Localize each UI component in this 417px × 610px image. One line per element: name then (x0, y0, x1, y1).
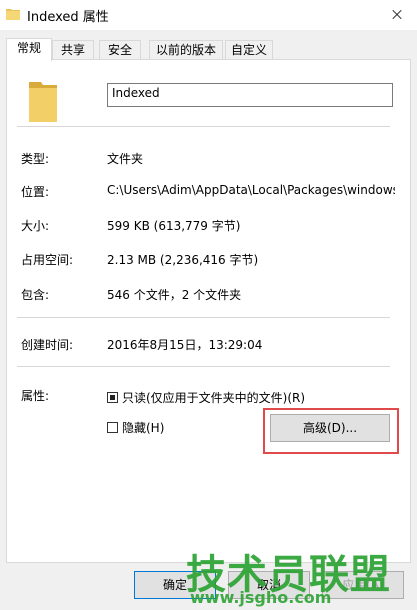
disk-size-value: 2.13 MB (2,236,416 字节) (107, 253, 259, 267)
location-value: C:\Users\Adim\AppData\Local\Packages\win… (107, 183, 395, 197)
location-label: 位置: (21, 185, 50, 199)
type-value: 文件夹 (107, 152, 144, 166)
readonly-option[interactable]: 只读(仅应用于文件夹中的文件)(R) (107, 389, 305, 406)
readonly-checkbox[interactable] (107, 392, 118, 403)
contains-value: 546 个文件，2 个文件夹 (107, 288, 242, 302)
readonly-label: 只读(仅应用于文件夹中的文件)(R) (122, 391, 306, 405)
size-value: 599 KB (613,779 字节) (107, 219, 241, 233)
attributes-label: 属性: (21, 389, 50, 403)
contains-label: 包含: (21, 288, 50, 302)
watermark-url: www.jsgho.com (190, 588, 332, 607)
tab-customize[interactable]: 自定义 (225, 40, 273, 60)
tab-security[interactable]: 安全 (99, 40, 141, 60)
advanced-button[interactable]: 高级(D)... (270, 414, 390, 442)
tab-sharing[interactable]: 共享 (52, 40, 94, 60)
divider (17, 126, 390, 127)
tab-previous-versions[interactable]: 以前的版本 (149, 40, 223, 60)
divider (17, 317, 390, 318)
created-value: 2016年8月15日，13:29:04 (107, 338, 263, 352)
folder-name-input[interactable]: Indexed (107, 83, 393, 107)
title-bar: Indexed 属性 (0, 0, 417, 30)
window-title: Indexed 属性 (27, 10, 109, 25)
hidden-checkbox[interactable] (107, 422, 118, 433)
tab-general[interactable]: 常规 (6, 38, 52, 61)
hidden-option[interactable]: 隐藏(H) (107, 419, 164, 436)
disk-size-label: 占用空间: (21, 253, 74, 267)
hidden-label: 隐藏(H) (122, 421, 165, 435)
general-panel: Indexed 类型: 文件夹 位置: C:\Users\Adim\AppDat… (6, 59, 411, 563)
size-label: 大小: (21, 219, 50, 233)
created-label: 创建时间: (21, 338, 74, 352)
close-button[interactable] (377, 0, 417, 30)
folder-large-icon (29, 82, 57, 122)
folder-icon (6, 9, 20, 20)
divider (17, 366, 390, 367)
type-label: 类型: (21, 152, 50, 166)
